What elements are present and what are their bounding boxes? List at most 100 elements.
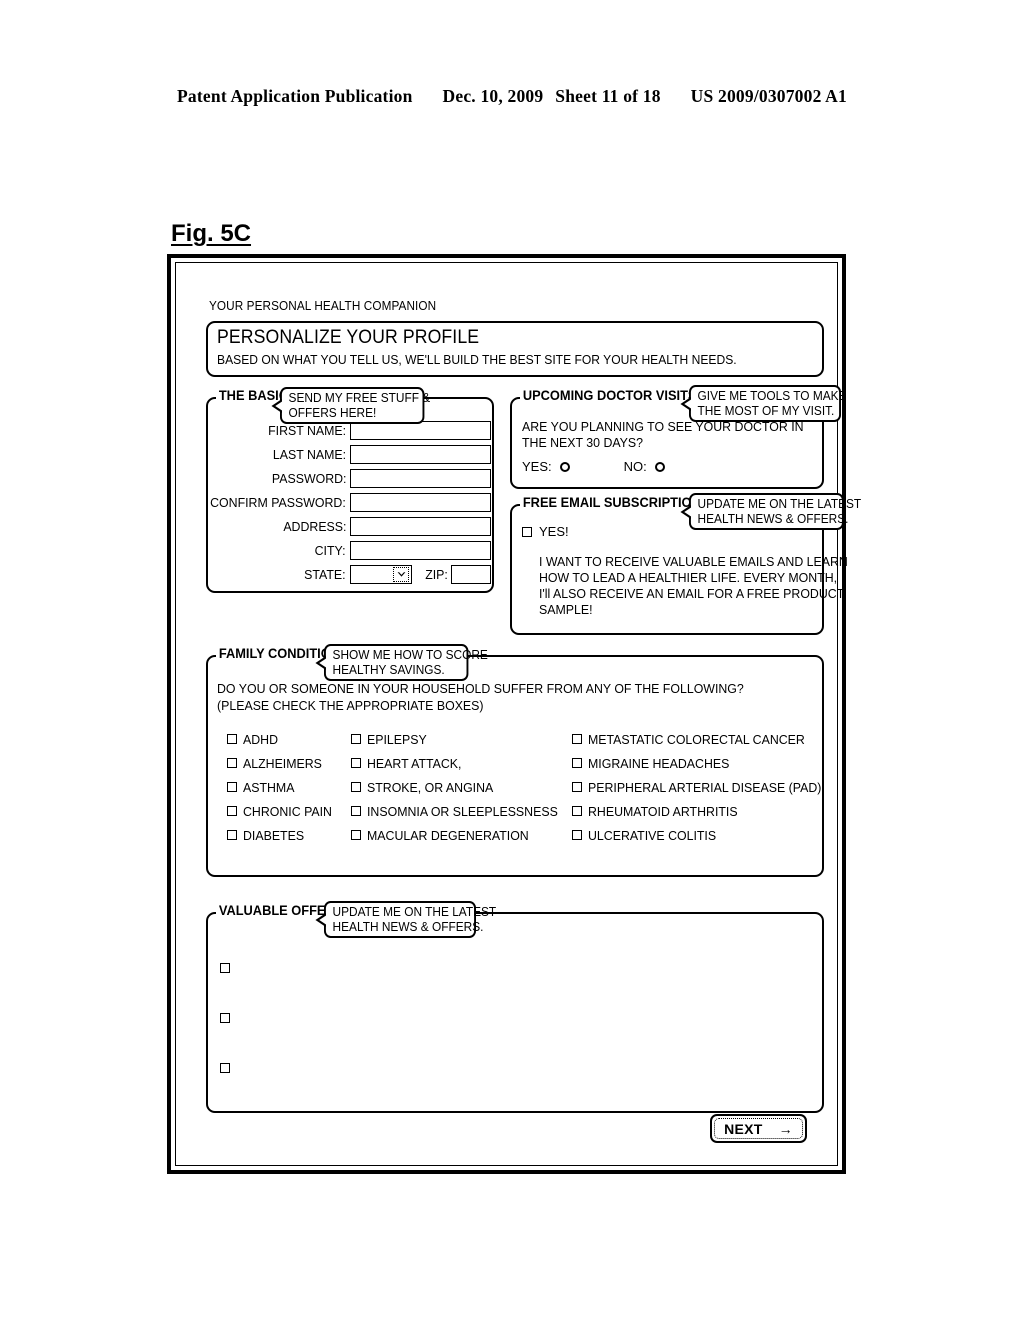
section-family-conditions: FAMILY CONDITIONS ? DO YOU OR SOMEONE IN… <box>206 646 824 877</box>
condition-label: INSOMNIA OR SLEEPLESSNESS <box>367 803 558 819</box>
condition-item[interactable]: ASTHMA <box>227 775 337 799</box>
callout-family-conditions-line2: HEALTHY SAVINGS. <box>332 662 445 677</box>
condition-checkbox[interactable] <box>572 806 582 816</box>
patent-sheet-number: Sheet 11 of 18 <box>555 86 661 106</box>
condition-item[interactable]: INSOMNIA OR SLEEPLESSNESS <box>351 799 568 823</box>
site-tagline: YOUR PERSONAL HEALTH COMPANION <box>209 299 437 313</box>
condition-item[interactable]: METASTATIC COLORECTAL CANCER <box>572 727 834 751</box>
condition-checkbox[interactable] <box>351 830 361 840</box>
offer-item[interactable] <box>220 1006 236 1030</box>
section-valuable-offers: VALUABLE OFFERS ? <box>206 903 824 1113</box>
condition-item[interactable]: ULCERATIVE COLITIS <box>572 823 834 847</box>
callout-the-basics-line1: SEND MY FREE STUFF & <box>288 391 431 405</box>
condition-item[interactable]: EPILEPSY <box>351 727 568 751</box>
radio-yes[interactable] <box>559 461 570 472</box>
family-conditions-question-line1: DO YOU OR SOMEONE IN YOUR HOUSEHOLD SUFF… <box>217 681 744 696</box>
offer-item[interactable] <box>220 1056 236 1080</box>
condition-label: ADHD <box>243 731 279 747</box>
condition-label: ALZHEIMERS <box>243 755 322 771</box>
condition-checkbox[interactable] <box>227 734 237 744</box>
condition-checkbox[interactable] <box>572 758 582 768</box>
condition-label: STROKE, OR ANGINA <box>367 779 494 795</box>
callout-family-conditions: SHOW ME HOW TO SCORE HEALTHY SAVINGS. <box>315 644 488 681</box>
condition-label: PERIPHERAL ARTERIAL DISEASE (PAD) <box>588 779 822 795</box>
conditions-column-1: ADHD ALZHEIMERS ASTHMA CHRONIC PAIN DIAB… <box>227 727 337 847</box>
condition-checkbox[interactable] <box>227 758 237 768</box>
condition-checkbox[interactable] <box>351 758 361 768</box>
patent-publication-label: Patent Application Publication <box>177 86 413 106</box>
condition-checkbox[interactable] <box>572 830 582 840</box>
figure-label: Fig. 5C <box>171 220 252 247</box>
condition-label: MACULAR DEGENERATION <box>367 827 529 843</box>
state-select[interactable] <box>350 565 412 584</box>
condition-item[interactable]: RHEUMATOID ARTHRITIS <box>572 799 834 823</box>
callout-email-subscription-line2: HEALTH NEWS & OFFERS. <box>697 511 849 526</box>
offer-item[interactable] <box>220 956 236 980</box>
condition-item[interactable]: ALZHEIMERS <box>227 751 337 775</box>
yes-label: YES: <box>522 459 552 474</box>
no-label: NO: <box>623 459 647 474</box>
condition-label: ULCERATIVE COLITIS <box>588 827 717 843</box>
section-the-basics: THE BASICS ? FIRST NAME: LAST NAME: PASS… <box>206 388 496 593</box>
patent-publication-number: US 2009/0307002 A1 <box>690 86 847 106</box>
condition-item[interactable]: MACULAR DEGENERATION <box>351 823 568 847</box>
condition-item[interactable]: MIGRAINE HEADACHES <box>572 751 834 775</box>
callout-doctor-visits-line1: GIVE ME TOOLS TO MAKE <box>697 389 847 403</box>
confirm-password-label: CONFIRM PASSWORD: <box>210 495 346 510</box>
callout-valuable-offers-line1: UPDATE ME ON THE LATEST <box>332 905 497 919</box>
email-yes-label: YES! <box>539 524 569 539</box>
zip-input[interactable] <box>451 565 491 584</box>
email-body-line2: HOW TO LEAD A HEALTHIER LIFE. EVERY MONT… <box>539 570 838 585</box>
checkbox-email-yes[interactable] <box>522 526 532 537</box>
condition-item[interactable]: CHRONIC PAIN <box>227 799 337 823</box>
condition-item[interactable]: STROKE, OR ANGINA <box>351 775 568 799</box>
condition-checkbox[interactable] <box>227 830 237 840</box>
address-input[interactable] <box>350 517 491 536</box>
callout-the-basics: SEND MY FREE STUFF & OFFERS HERE! <box>271 387 431 424</box>
next-button-inner: NEXT → <box>714 1118 803 1139</box>
condition-checkbox[interactable] <box>351 806 361 816</box>
confirm-password-input[interactable] <box>350 493 491 512</box>
condition-checkbox[interactable] <box>351 782 361 792</box>
first-name-label: FIRST NAME: <box>267 423 346 438</box>
condition-checkbox[interactable] <box>227 806 237 816</box>
callout-valuable-offers: UPDATE ME ON THE LATEST HEALTH NEWS & OF… <box>315 901 497 938</box>
screen-mockup-frame: YOUR PERSONAL HEALTH COMPANION PERSONALI… <box>167 254 862 1174</box>
password-input[interactable] <box>350 469 491 488</box>
callout-doctor-visits: GIVE ME TOOLS TO MAKE THE MOST OF MY VIS… <box>680 385 847 422</box>
arrow-right-icon: → <box>778 1120 793 1137</box>
offer-checkbox[interactable] <box>220 1013 230 1023</box>
condition-checkbox[interactable] <box>572 734 582 744</box>
doctor-visits-question-line2: THE NEXT 30 DAYS? <box>522 435 644 450</box>
patent-date: Dec. 10, 2009 <box>442 86 544 106</box>
field-row-state-zip: STATE: ZIP: <box>208 565 496 584</box>
conditions-column-3: METASTATIC COLORECTAL CANCER MIGRAINE HE… <box>572 727 834 847</box>
email-body-line3: I'll ALSO RECEIVE AN EMAIL FOR A FREE PR… <box>539 586 845 601</box>
condition-label: EPILEPSY <box>367 731 427 747</box>
chevron-down-icon[interactable] <box>393 567 409 582</box>
condition-label: RHEUMATOID ARTHRITIS <box>588 803 738 819</box>
condition-checkbox[interactable] <box>227 782 237 792</box>
radio-no[interactable] <box>654 461 665 472</box>
next-button-label: NEXT <box>724 1120 763 1137</box>
password-label: PASSWORD: <box>271 471 346 486</box>
offer-checkbox[interactable] <box>220 1063 230 1073</box>
condition-item[interactable]: HEART ATTACK, <box>351 751 568 775</box>
email-body-line1: I WANT TO RECEIVE VALUABLE EMAILS AND LE… <box>539 554 848 569</box>
city-input[interactable] <box>350 541 491 560</box>
city-label: CITY: <box>315 543 346 558</box>
field-row-city: CITY: <box>208 541 496 560</box>
condition-checkbox[interactable] <box>572 782 582 792</box>
condition-checkbox[interactable] <box>351 734 361 744</box>
callout-valuable-offers-line2: HEALTH NEWS & OFFERS. <box>332 919 484 934</box>
last-name-input[interactable] <box>350 445 491 464</box>
condition-item[interactable]: DIABETES <box>227 823 337 847</box>
next-button[interactable]: NEXT → <box>710 1114 807 1143</box>
state-label: STATE: <box>304 567 346 582</box>
field-row-confirm-password: CONFIRM PASSWORD: <box>208 493 496 512</box>
callout-email-subscription-line1: UPDATE ME ON THE LATEST <box>697 497 862 511</box>
condition-item[interactable]: PERIPHERAL ARTERIAL DISEASE (PAD) <box>572 775 834 799</box>
email-subscription-legend-label: FREE EMAIL SUBSCRIPTION <box>522 495 701 510</box>
condition-item[interactable]: ADHD <box>227 727 337 751</box>
offer-checkbox[interactable] <box>220 963 230 973</box>
